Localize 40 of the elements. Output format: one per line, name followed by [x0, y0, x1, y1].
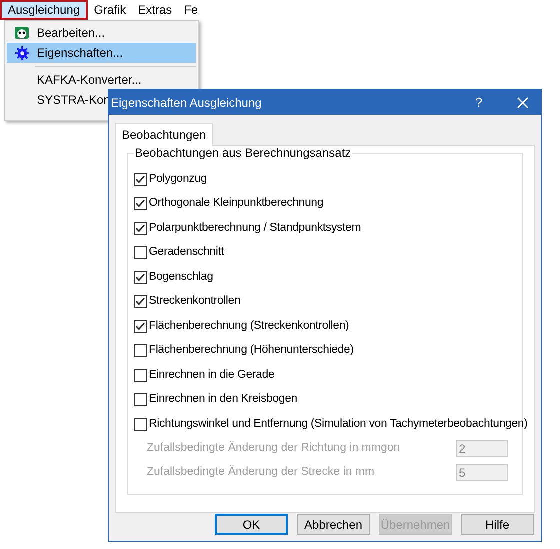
menu-item[interactable]: KAFKA-Konverter... [7, 70, 196, 90]
checkbox[interactable] [134, 222, 147, 235]
checkbox-label[interactable]: Richtungswinkel und Entfernung (Simulation von Tachymeterbeobachtungen) [149, 416, 528, 433]
checkbox-label[interactable]: Polarpunktberechnung / Standpunktsystem [149, 220, 362, 237]
field-label: Zufallsbedingte Änderung der Strecke in mm [147, 464, 376, 480]
checkbox[interactable] [134, 295, 147, 308]
checkbox-label[interactable]: Streckenkontrollen [149, 293, 241, 310]
checkbox-label[interactable]: Orthogonale Kleinpunktberechnung [149, 195, 324, 212]
checkbox[interactable] [134, 197, 147, 210]
checkbox[interactable] [134, 368, 147, 382]
checkbox-label[interactable]: Flächenberechnung (Höhenunterschiede) [149, 342, 354, 360]
menu-item[interactable]: Bearbeiten... [7, 23, 196, 43]
checkbox[interactable] [134, 172, 147, 186]
gear-icon [14, 46, 30, 60]
checkbox[interactable] [134, 393, 147, 406]
menu-bar-item[interactable]: Extras [132, 0, 178, 20]
checkbox[interactable] [134, 320, 147, 333]
checkbox-label[interactable]: Einrechnen in die Gerade [149, 366, 275, 384]
checkbox[interactable] [134, 344, 147, 358]
checkbox[interactable] [134, 418, 147, 431]
window-title: Eigenschaften Ausgleichung [111, 94, 263, 112]
help-button[interactable]: ? [467, 90, 491, 114]
menu-bar-item[interactable]: Ausgleichung [0, 0, 88, 20]
checkbox-label[interactable]: Einrechnen in den Kreisbogen [149, 391, 298, 408]
dialog-button[interactable]: Abbrechen [297, 514, 370, 535]
menu-bar-item[interactable]: Grafik [88, 0, 132, 20]
dialog-button[interactable]: OK [215, 514, 288, 535]
dialog-button[interactable]: Hilfe [461, 514, 534, 535]
checkbox-label[interactable]: Polygonzug [149, 170, 208, 188]
checkbox-label[interactable]: Flächenberechnung (Streckenkontrollen) [149, 318, 350, 335]
menu-item[interactable]: Eigenschaften... [7, 43, 196, 63]
close-icon [517, 96, 529, 108]
checkbox[interactable] [134, 270, 147, 284]
group-label: Beobachtungen aus Berechnungsansatz [134, 146, 352, 160]
checkbox-label[interactable]: Bogenschlag [149, 268, 214, 286]
field-label: Zufallsbedingte Änderung der Richtung in mmgon [147, 440, 402, 456]
checkbox[interactable] [134, 246, 147, 260]
tab[interactable]: Beobachtungen [115, 123, 214, 146]
checkbox-label[interactable]: Geradenschnitt [149, 244, 224, 262]
menu-bar-item[interactable]: Fe [178, 0, 200, 20]
